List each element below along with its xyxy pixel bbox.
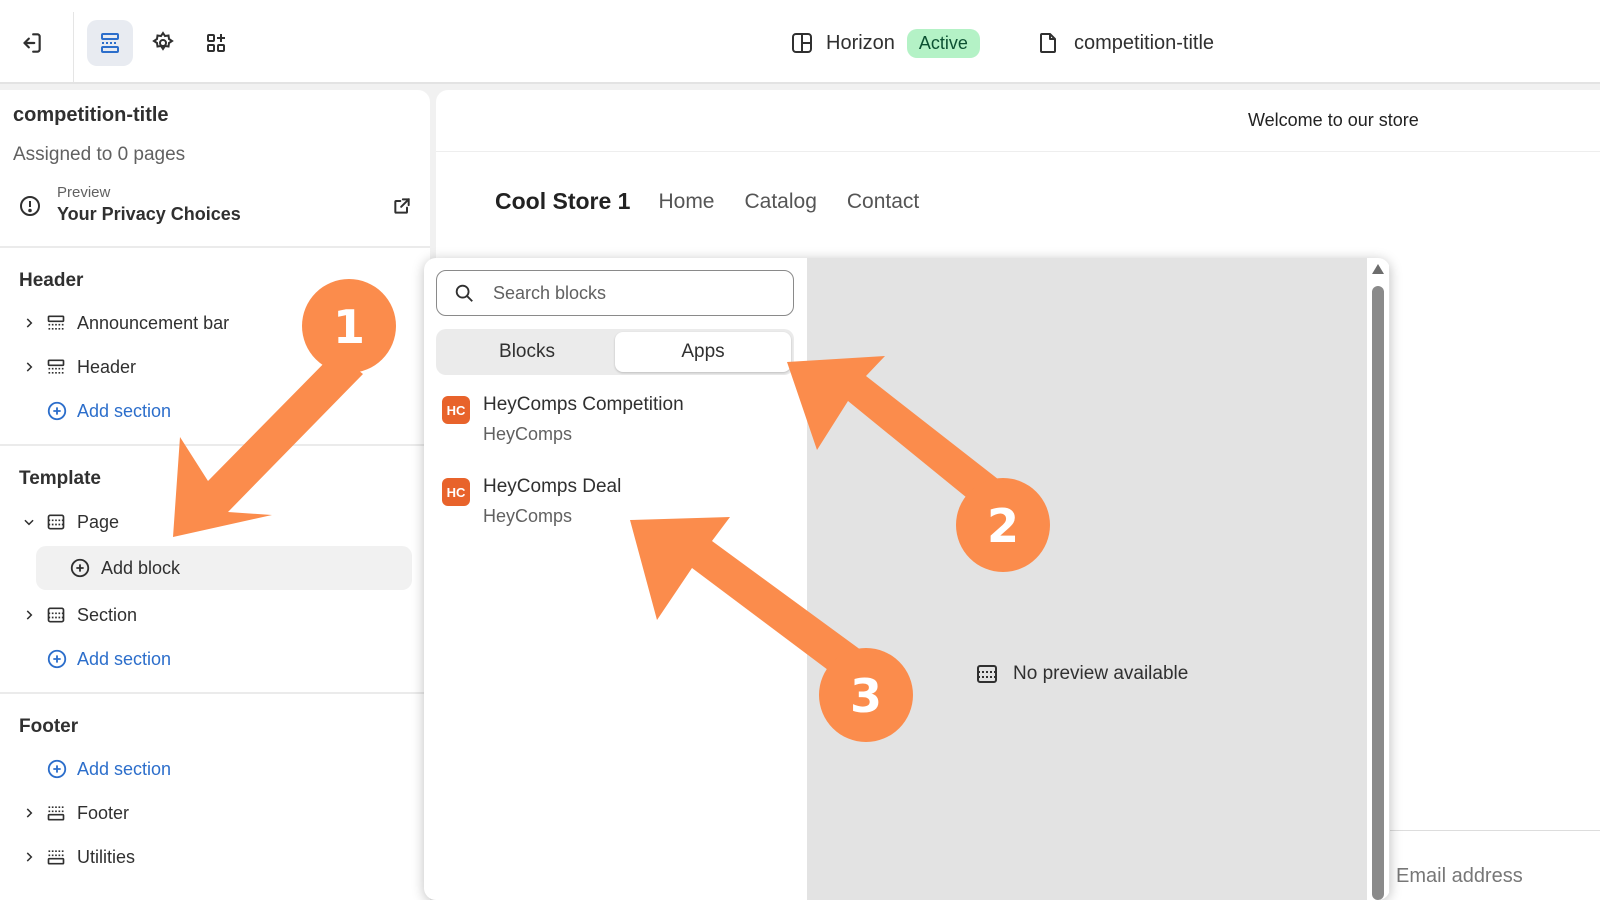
picker-tabs: Blocks Apps xyxy=(436,329,794,375)
store-header: Cool Store 1 Home Catalog Contact xyxy=(495,188,919,215)
tree-item-label: Header xyxy=(77,356,137,377)
tree-item-section[interactable]: Section xyxy=(20,600,137,630)
tree-item-label: Footer xyxy=(77,802,130,823)
section-icon xyxy=(977,665,997,683)
tab-blocks[interactable]: Blocks xyxy=(439,332,615,372)
preview-selector[interactable]: Preview Your Privacy Choices xyxy=(18,184,418,230)
add-block-button[interactable]: Add block xyxy=(36,546,412,590)
block-picker: Blocks Apps HC HeyComps Competition HeyC… xyxy=(424,258,1390,900)
preview-value: Your Privacy Choices xyxy=(57,204,241,224)
plus-circle-icon xyxy=(70,558,90,578)
add-section-footer[interactable]: Add section xyxy=(46,754,171,784)
group-title-header: Header xyxy=(19,270,84,291)
info-circle-icon xyxy=(20,196,40,216)
chevron-right-icon[interactable] xyxy=(20,850,38,864)
chevron-right-icon[interactable] xyxy=(20,360,38,374)
theme-status-badge: Active xyxy=(906,28,980,58)
nav-link-home[interactable]: Home xyxy=(658,190,714,214)
sidebar-title: competition-title xyxy=(13,104,169,126)
tree-item-label: Page xyxy=(77,511,120,532)
plus-circle-icon xyxy=(47,759,67,779)
sidebar-divider xyxy=(0,246,430,248)
app-vendor: HeyComps xyxy=(483,506,573,526)
add-section-label: Add section xyxy=(77,400,172,421)
settings-gear-icon[interactable] xyxy=(140,20,186,66)
no-preview-text: No preview available xyxy=(1013,663,1189,684)
tree-item-header[interactable]: Header xyxy=(20,352,136,382)
search-icon xyxy=(455,284,473,302)
template-selector[interactable]: competition-title xyxy=(1036,26,1214,60)
plus-circle-icon xyxy=(47,649,67,669)
tree-item-utilities[interactable]: Utilities xyxy=(20,842,135,872)
tree-item-announcement-bar[interactable]: Announcement bar xyxy=(20,308,229,338)
theme-name: Horizon xyxy=(826,31,895,54)
search-box[interactable] xyxy=(436,270,794,316)
add-section-label: Add section xyxy=(77,758,172,779)
exit-icon[interactable] xyxy=(8,20,54,66)
scrollbar-thumb[interactable] xyxy=(1372,286,1384,900)
group-title-footer: Footer xyxy=(19,716,79,737)
section-icon xyxy=(46,357,68,377)
tree-item-page[interactable]: Page xyxy=(20,507,119,537)
heycomps-logo-icon: HC xyxy=(442,396,470,424)
announcement-divider xyxy=(436,151,1600,152)
scroll-up-arrow-icon[interactable] xyxy=(1372,264,1384,274)
section-icon xyxy=(46,313,68,333)
sidebar-divider xyxy=(0,692,430,694)
store-name[interactable]: Cool Store 1 xyxy=(495,188,630,215)
chevron-down-icon[interactable] xyxy=(20,515,38,529)
nav-link-catalog[interactable]: Catalog xyxy=(745,190,817,214)
chevron-right-icon[interactable] xyxy=(20,316,38,330)
group-title-template: Template xyxy=(19,468,102,489)
template-name: competition-title xyxy=(1074,31,1215,54)
top-bar: Horizon Active competition-title xyxy=(0,0,1600,84)
external-link-icon[interactable] xyxy=(392,196,412,216)
page-icon xyxy=(1040,33,1056,53)
tree-item-label: Announcement bar xyxy=(77,312,230,333)
preview-label: Preview xyxy=(57,184,111,201)
app-name: HeyComps Deal xyxy=(483,476,622,497)
tree-item-label: Section xyxy=(77,604,138,625)
sidebar-subtitle: Assigned to 0 pages xyxy=(13,144,186,165)
app-name: HeyComps Competition xyxy=(483,394,684,415)
nav-link-contact[interactable]: Contact xyxy=(847,190,919,214)
add-section-template[interactable]: Add section xyxy=(46,644,171,674)
chevron-right-icon[interactable] xyxy=(20,608,38,622)
announcement-bar-text: Welcome to our store xyxy=(1248,110,1419,130)
tab-apps[interactable]: Apps xyxy=(615,332,791,372)
toolbar-separator xyxy=(73,12,74,82)
email-input[interactable]: Email address xyxy=(1384,830,1600,900)
tree-item-label: Utilities xyxy=(77,846,136,867)
add-block-label: Add block xyxy=(101,557,181,578)
scrollbar[interactable] xyxy=(1367,258,1389,900)
plus-circle-icon xyxy=(47,401,67,421)
layout-icon xyxy=(792,33,812,53)
app-item-heycomps-deal[interactable]: HC HeyComps Deal HeyComps xyxy=(442,476,802,538)
app-item-heycomps-competition[interactable]: HC HeyComps Competition HeyComps xyxy=(442,394,802,456)
theme-indicator[interactable]: Horizon Active xyxy=(790,26,980,60)
search-input[interactable] xyxy=(493,282,773,304)
apps-icon[interactable] xyxy=(193,20,239,66)
section-icon xyxy=(46,512,68,532)
add-section-label: Add section xyxy=(77,648,172,669)
tree-item-footer[interactable]: Footer xyxy=(20,798,129,828)
chevron-right-icon[interactable] xyxy=(20,806,38,820)
section-icon xyxy=(46,847,68,867)
add-section-header[interactable]: Add section xyxy=(46,396,171,426)
no-preview-message: No preview available xyxy=(975,662,1188,686)
heycomps-logo-icon: HC xyxy=(442,478,470,506)
app-vendor: HeyComps xyxy=(483,424,573,444)
sidebar: competition-title Assigned to 0 pages Pr… xyxy=(0,90,430,900)
section-icon xyxy=(46,605,68,625)
section-icon xyxy=(46,803,68,823)
block-preview-pane: No preview available xyxy=(807,258,1390,900)
sections-icon[interactable] xyxy=(87,20,133,66)
sidebar-divider xyxy=(0,444,430,446)
